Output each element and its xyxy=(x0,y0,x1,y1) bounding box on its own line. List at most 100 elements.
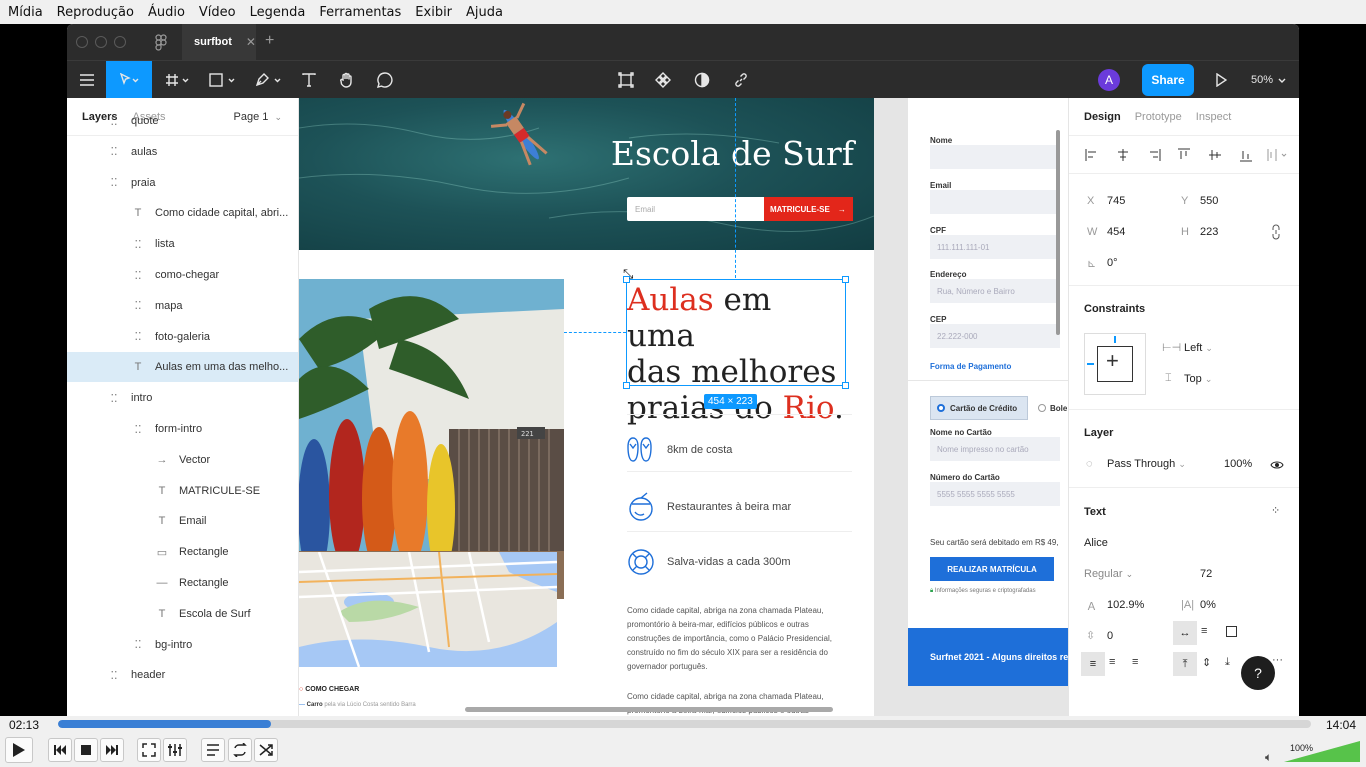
h-field[interactable]: 223 xyxy=(1200,226,1218,238)
layer-row[interactable]: T Como cidade capital, abri... xyxy=(67,198,298,228)
constrain-proportions-icon[interactable] xyxy=(1271,224,1281,240)
menu-midia[interactable]: Mídia xyxy=(4,5,47,20)
link-icon[interactable] xyxy=(729,61,753,99)
shuffle-button[interactable] xyxy=(254,738,278,762)
help-button[interactable]: ? xyxy=(1241,656,1275,690)
layer-row[interactable]: T Aulas em uma das melho... xyxy=(67,352,298,383)
payment-tab-boleto[interactable]: Bole xyxy=(1034,396,1068,420)
layer-row[interactable]: ⁚⁚ aulas xyxy=(67,137,298,167)
stop-button[interactable] xyxy=(74,738,98,762)
hero-cta-button[interactable]: MATRICULE-SE → xyxy=(764,197,853,221)
auto-width-icon[interactable]: ↔ xyxy=(1173,621,1197,645)
align-middle-v-icon[interactable] xyxy=(1208,148,1222,162)
layer-row[interactable]: → Vector xyxy=(67,445,298,475)
vertical-constraint-dropdown[interactable]: Top ⌄ xyxy=(1184,373,1212,385)
align-right-icon[interactable] xyxy=(1147,148,1161,162)
layer-row[interactable]: T MATRICULE-SE xyxy=(67,476,298,506)
hand-tool-icon[interactable] xyxy=(335,61,359,99)
constraint-left-active[interactable] xyxy=(1087,363,1094,365)
font-style-dropdown[interactable]: Regular ⌄ xyxy=(1084,568,1133,580)
vertical-align-top-icon[interactable]: ⤒ xyxy=(1173,652,1197,676)
layer-row[interactable]: T Escola de Surf xyxy=(67,599,298,629)
seek-bar[interactable] xyxy=(58,720,1311,728)
frame-tool-icon[interactable] xyxy=(161,61,195,99)
resize-handle-tr[interactable] xyxy=(842,276,849,283)
share-button[interactable]: Share xyxy=(1142,64,1194,96)
layer-row[interactable]: ▭ Rectangle xyxy=(67,537,298,567)
shape-tool-icon[interactable] xyxy=(205,61,241,99)
form-frame[interactable]: Nome Email CPF 111.111.111-01 Endereço Rua, N… xyxy=(908,98,1068,686)
form-input-email[interactable] xyxy=(930,190,1060,214)
layer-row[interactable]: — Rectangle xyxy=(67,568,298,598)
contrast-mask-icon[interactable] xyxy=(690,61,714,99)
layer-row[interactable]: ⁚⁚ mapa xyxy=(67,291,298,321)
fixed-size-icon[interactable] xyxy=(1226,626,1237,637)
canvas-scrollbar[interactable] xyxy=(465,707,833,712)
align-bottom-icon[interactable] xyxy=(1239,148,1253,162)
crop-frame-icon[interactable] xyxy=(614,61,638,99)
more-options-icon[interactable]: ··· xyxy=(1272,654,1283,666)
maximize-window-icon[interactable] xyxy=(114,36,126,48)
menu-reproducao[interactable]: Reprodução xyxy=(53,5,138,20)
vertical-align-bottom-icon[interactable]: ⤓ xyxy=(1225,656,1230,669)
present-play-icon[interactable] xyxy=(1209,61,1233,99)
layer-row[interactable]: ⁚⁚ como-chegar xyxy=(67,260,298,290)
layer-row[interactable]: ⁚⁚ header xyxy=(67,660,298,690)
vertical-align-middle-icon[interactable]: ⇕ xyxy=(1202,656,1211,669)
close-tab-icon[interactable]: ✕ xyxy=(246,35,256,49)
blend-mode-dropdown[interactable]: Pass Through ⌄ xyxy=(1107,458,1186,470)
fullscreen-button[interactable] xyxy=(137,738,161,762)
new-tab-icon[interactable]: + xyxy=(265,32,274,50)
design-canvas[interactable]: Escola de Surf Email MATRICULE-SE → 221 … xyxy=(299,98,1068,716)
mapa[interactable] xyxy=(299,552,557,667)
eye-icon[interactable] xyxy=(1270,460,1284,470)
text-styles-icon[interactable]: ⁘ xyxy=(1271,504,1280,517)
main-menu-icon[interactable] xyxy=(73,61,101,99)
tab-design[interactable]: Design xyxy=(1084,111,1121,123)
layer-row[interactable]: ⁚⁚ lista xyxy=(67,229,298,259)
tab-prototype[interactable]: Prototype xyxy=(1135,111,1182,123)
menu-audio[interactable]: Áudio xyxy=(144,5,189,20)
form-input-cpf[interactable]: 111.111.111-01 xyxy=(930,235,1060,259)
avatar[interactable]: A xyxy=(1098,69,1120,91)
distribute-icon[interactable] xyxy=(1267,148,1289,162)
page-frame[interactable]: Escola de Surf Email MATRICULE-SE → 221 … xyxy=(299,98,874,716)
foto-galeria[interactable]: 221 xyxy=(299,279,564,599)
next-button[interactable] xyxy=(100,738,124,762)
align-top-icon[interactable] xyxy=(1177,148,1191,162)
selection-box[interactable] xyxy=(626,279,846,386)
text-tool-icon[interactable] xyxy=(297,61,321,99)
minimize-window-icon[interactable] xyxy=(95,36,107,48)
w-field[interactable]: 454 xyxy=(1107,226,1125,238)
align-left-icon[interactable] xyxy=(1085,148,1099,162)
hero-email-input[interactable]: Email xyxy=(627,197,764,221)
pen-tool-icon[interactable] xyxy=(251,61,287,99)
layer-row[interactable]: ⁚⁚ form-intro xyxy=(67,414,298,444)
hero-section[interactable]: Escola de Surf Email MATRICULE-SE → xyxy=(299,98,874,250)
menu-ajuda[interactable]: Ajuda xyxy=(462,5,507,20)
layer-row[interactable]: ⁚⁚ bg-intro xyxy=(67,630,298,660)
menu-exibir[interactable]: Exibir xyxy=(411,5,456,20)
text-align-left-icon[interactable]: ≡ xyxy=(1081,652,1105,676)
menu-ferramentas[interactable]: Ferramentas xyxy=(315,5,405,20)
move-tool-button[interactable] xyxy=(106,61,152,99)
letter-spacing-field[interactable]: 0% xyxy=(1200,599,1216,611)
layer-row[interactable]: ⁚⁚ quote xyxy=(67,106,298,136)
y-field[interactable]: 550 xyxy=(1200,195,1218,207)
auto-height-icon[interactable]: ≡ xyxy=(1201,625,1207,637)
layer-row[interactable]: T Email xyxy=(67,506,298,536)
form-input-nome[interactable] xyxy=(930,145,1060,169)
menu-video[interactable]: Vídeo xyxy=(195,5,240,20)
text-align-center-icon[interactable]: ≡ xyxy=(1109,656,1115,668)
layer-row[interactable]: ⁚⁚ praia xyxy=(67,168,298,198)
x-field[interactable]: 745 xyxy=(1107,195,1125,207)
submit-button[interactable]: REALIZAR MATRÍCULA xyxy=(930,557,1054,581)
menu-legenda[interactable]: Legenda xyxy=(246,5,310,20)
form-input-numero[interactable]: 5555 5555 5555 5555 xyxy=(930,482,1060,506)
constraint-top-active[interactable] xyxy=(1114,336,1116,343)
rotation-field[interactable]: 0° xyxy=(1107,257,1118,269)
layer-row[interactable]: ⁚⁚ foto-galeria xyxy=(67,322,298,352)
text-align-right-icon[interactable]: ≡ xyxy=(1132,656,1138,668)
payment-tab-cartao[interactable]: Cartão de Crédito xyxy=(930,396,1028,420)
extended-settings-button[interactable] xyxy=(163,738,187,762)
